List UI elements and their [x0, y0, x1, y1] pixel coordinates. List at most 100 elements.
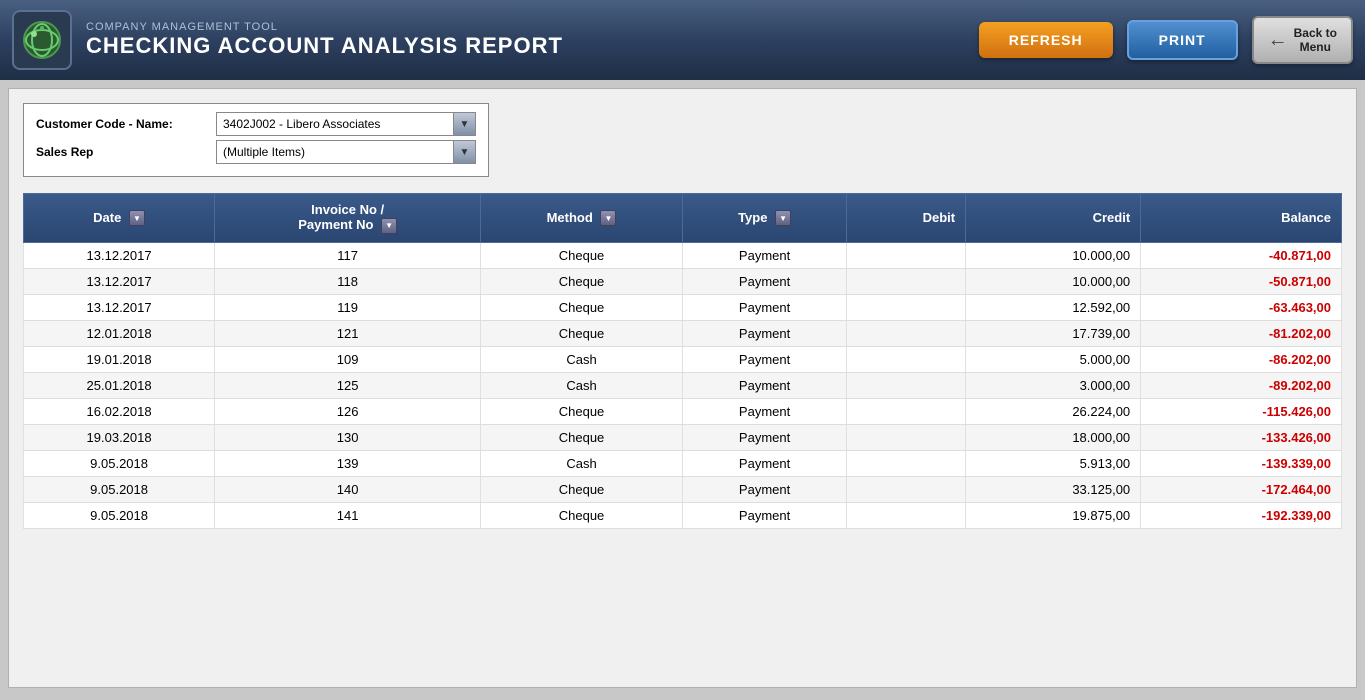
col-date: Date ▼ [24, 194, 215, 243]
table-cell [847, 268, 966, 294]
table-cell: Payment [682, 450, 846, 476]
table-cell: 17.739,00 [966, 320, 1141, 346]
table-cell: 118 [215, 268, 481, 294]
table-cell: 119 [215, 294, 481, 320]
table-cell: 33.125,00 [966, 476, 1141, 502]
table-cell: 140 [215, 476, 481, 502]
method-filter-button[interactable]: ▼ [600, 210, 616, 226]
table-cell: Cash [481, 346, 683, 372]
table-cell: 10.000,00 [966, 242, 1141, 268]
table-row: 16.02.2018126ChequePayment26.224,00-115.… [24, 398, 1342, 424]
table-row: 9.05.2018139CashPayment5.913,00-139.339,… [24, 450, 1342, 476]
table-cell: 19.03.2018 [24, 424, 215, 450]
table-cell: 10.000,00 [966, 268, 1141, 294]
table-cell: 3.000,00 [966, 372, 1141, 398]
back-to-menu-button[interactable]: ← Back toMenu [1252, 16, 1353, 64]
col-invoice-label: Invoice No /Payment No [298, 202, 384, 232]
table-row: 13.12.2017117ChequePayment10.000,00-40.8… [24, 242, 1342, 268]
sales-rep-box: (Multiple Items) ▼ [216, 140, 476, 164]
table-cell: 125 [215, 372, 481, 398]
col-type: Type ▼ [682, 194, 846, 243]
refresh-button[interactable]: REFRESH [979, 22, 1113, 58]
back-button-label: Back toMenu [1294, 26, 1337, 54]
table-cell: Cheque [481, 398, 683, 424]
header-buttons: REFRESH PRINT ← Back toMenu [979, 16, 1353, 64]
table-cell: Payment [682, 424, 846, 450]
col-method-label: Method [547, 210, 593, 225]
table-cell: Cheque [481, 476, 683, 502]
table-cell [847, 346, 966, 372]
table-cell: -133.426,00 [1141, 424, 1342, 450]
table-cell: -86.202,00 [1141, 346, 1342, 372]
table-cell: Payment [682, 320, 846, 346]
table-cell: Payment [682, 346, 846, 372]
col-method: Method ▼ [481, 194, 683, 243]
sales-rep-filter-row: Sales Rep (Multiple Items) ▼ [36, 140, 476, 164]
table-cell: 9.05.2018 [24, 476, 215, 502]
sales-rep-label: Sales Rep [36, 145, 216, 159]
type-filter-button[interactable]: ▼ [775, 210, 791, 226]
col-debit: Debit [847, 194, 966, 243]
table-cell: Cheque [481, 320, 683, 346]
table-cell [847, 502, 966, 528]
sales-rep-value: (Multiple Items) [217, 143, 453, 161]
table-cell: 16.02.2018 [24, 398, 215, 424]
table-row: 13.12.2017119ChequePayment12.592,00-63.4… [24, 294, 1342, 320]
table-cell: -81.202,00 [1141, 320, 1342, 346]
table-cell: 26.224,00 [966, 398, 1141, 424]
col-type-label: Type [738, 210, 767, 225]
table-cell [847, 294, 966, 320]
table-cell [847, 320, 966, 346]
table-cell [847, 398, 966, 424]
col-date-label: Date [93, 210, 121, 225]
table-cell: 12.01.2018 [24, 320, 215, 346]
table-header: Date ▼ Invoice No /Payment No ▼ Method ▼… [24, 194, 1342, 243]
filter-section: Customer Code - Name: 3402J002 - Libero … [23, 103, 489, 177]
table-cell: 9.05.2018 [24, 450, 215, 476]
table-cell: Payment [682, 476, 846, 502]
customer-code-box: 3402J002 - Libero Associates ▼ [216, 112, 476, 136]
table-cell: -63.463,00 [1141, 294, 1342, 320]
table-cell: 18.000,00 [966, 424, 1141, 450]
table-cell: -115.426,00 [1141, 398, 1342, 424]
table-cell [847, 372, 966, 398]
header-titles: COMPANY MANAGEMENT TOOL CHECKING ACCOUNT… [86, 21, 979, 59]
app-subtitle: COMPANY MANAGEMENT TOOL [86, 21, 979, 33]
sales-rep-dropdown[interactable]: ▼ [453, 141, 475, 163]
table-cell: 5.913,00 [966, 450, 1141, 476]
table-row: 12.01.2018121ChequePayment17.739,00-81.2… [24, 320, 1342, 346]
invoice-filter-button[interactable]: ▼ [381, 218, 397, 234]
print-button[interactable]: PRINT [1127, 20, 1238, 60]
customer-code-value: 3402J002 - Libero Associates [217, 115, 453, 133]
table-cell: Cash [481, 372, 683, 398]
customer-code-dropdown[interactable]: ▼ [453, 113, 475, 135]
date-filter-button[interactable]: ▼ [129, 210, 145, 226]
table-cell: -40.871,00 [1141, 242, 1342, 268]
table-cell: Cheque [481, 294, 683, 320]
table-cell: 13.12.2017 [24, 268, 215, 294]
table-cell: 5.000,00 [966, 346, 1141, 372]
table-cell: Cheque [481, 502, 683, 528]
back-arrow-icon: ← [1268, 29, 1288, 52]
table-cell: 19.875,00 [966, 502, 1141, 528]
table-cell: 13.12.2017 [24, 294, 215, 320]
table-cell: Cheque [481, 268, 683, 294]
table-cell: Payment [682, 294, 846, 320]
table-cell [847, 242, 966, 268]
table-cell: 19.01.2018 [24, 346, 215, 372]
table-row: 9.05.2018141ChequePayment19.875,00-192.3… [24, 502, 1342, 528]
table-cell: 141 [215, 502, 481, 528]
table-cell: Payment [682, 242, 846, 268]
col-balance-label: Balance [1281, 210, 1331, 225]
table-cell: 25.01.2018 [24, 372, 215, 398]
header-row: Date ▼ Invoice No /Payment No ▼ Method ▼… [24, 194, 1342, 243]
table-row: 13.12.2017118ChequePayment10.000,00-50.8… [24, 268, 1342, 294]
table-cell [847, 424, 966, 450]
table-cell: Cheque [481, 424, 683, 450]
app-logo [12, 10, 72, 70]
table-cell: 139 [215, 450, 481, 476]
col-balance: Balance [1141, 194, 1342, 243]
table-cell: 117 [215, 242, 481, 268]
table-cell: 109 [215, 346, 481, 372]
customer-code-label: Customer Code - Name: [36, 117, 216, 131]
